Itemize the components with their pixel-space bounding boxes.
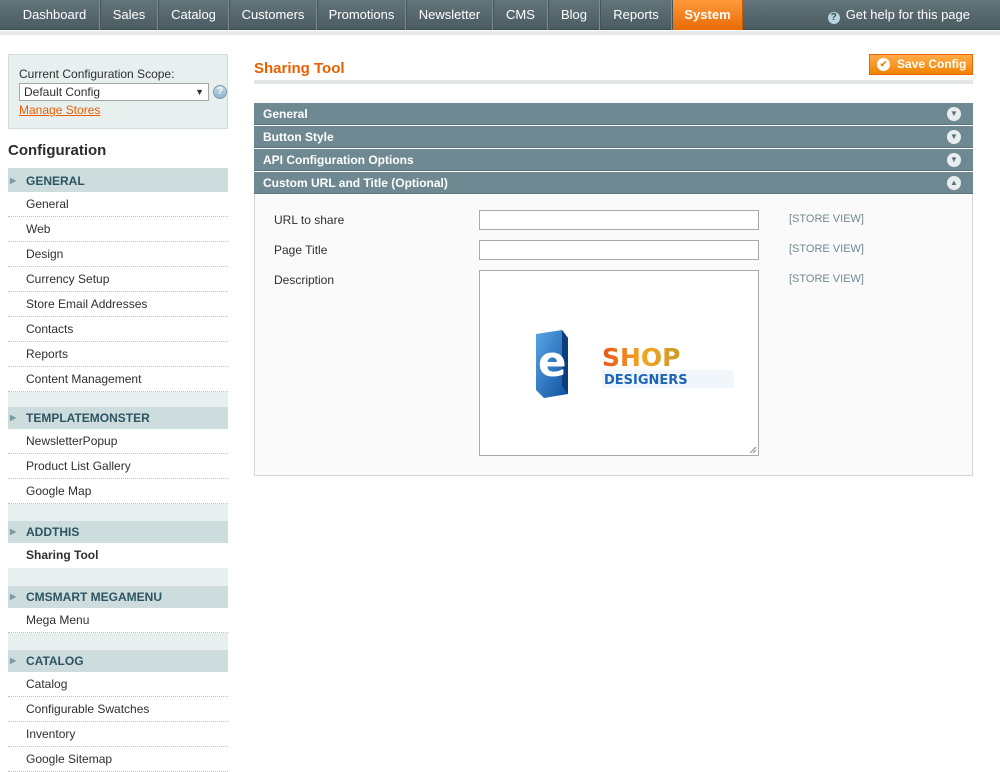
sidebar-item-design[interactable]: Design [8, 242, 228, 267]
scope-label: Current Configuration Scope: [19, 67, 175, 81]
fieldset-title: API Configuration Options [263, 153, 414, 167]
fieldset-header-api-configuration[interactable]: API Configuration Options ▼ [254, 149, 973, 171]
nav-cms[interactable]: CMS [494, 0, 548, 30]
nav-system[interactable]: System [673, 0, 743, 30]
chevron-up-icon: ▲ [947, 176, 961, 190]
chevron-down-icon: ▼ [947, 107, 961, 121]
triangle-right-icon: ▶ [10, 527, 17, 536]
sidebar-item-contacts[interactable]: Contacts [8, 317, 228, 342]
fieldset-title: Button Style [263, 130, 334, 144]
sidebar-item-inventory[interactable]: Inventory [8, 722, 228, 747]
sidebar-item-currency-setup[interactable]: Currency Setup [8, 267, 228, 292]
sidebar-section-cmsmart-megamenu: ▶ CMSMART MEGAMENU [8, 586, 228, 608]
logo-shop-text: SHOP [602, 343, 681, 372]
sidebar-spacer [8, 568, 228, 586]
sidebar-item-newsletterpopup[interactable]: NewsletterPopup [8, 429, 228, 454]
help-circle-icon: ? [827, 12, 840, 24]
chevron-down-icon: ▼ [947, 153, 961, 167]
sidebar-section-templatemonster: ▶ TEMPLATEMONSTER [8, 407, 228, 429]
nav-catalog[interactable]: Catalog [159, 0, 229, 30]
fieldset-header-custom-url[interactable]: Custom URL and Title (Optional) ▲ [254, 172, 973, 194]
page-title: Sharing Tool [254, 60, 345, 77]
caret-down-icon: ▼ [195, 87, 204, 97]
sidebar-item-configurable-swatches[interactable]: Configurable Swatches [8, 697, 228, 722]
scope-switcher: Current Configuration Scope: Default Con… [8, 54, 228, 129]
divider [254, 80, 973, 84]
help-link-label: Get help for this page [845, 7, 970, 22]
sidebar-item-google-map[interactable]: Google Map [8, 479, 228, 504]
logo-letter: e [538, 337, 567, 386]
logo-designers-text: DESIGNERS [604, 373, 688, 388]
scope-tag: [STORE VIEW] [789, 213, 864, 225]
sidebar-section-addthis: ▶ ADDTHIS [8, 521, 228, 543]
nav-blog[interactable]: Blog [549, 0, 600, 30]
description-label: Description [274, 273, 335, 287]
chevron-down-icon: ▼ [947, 130, 961, 144]
save-config-button[interactable]: ✔ Save Config [869, 54, 973, 75]
scope-select[interactable]: Default Config ▼ [19, 83, 209, 101]
page-title-input[interactable] [479, 240, 759, 260]
triangle-right-icon: ▶ [10, 176, 17, 185]
nav-dashboard[interactable]: Dashboard [10, 0, 100, 30]
sidebar-item-catalog[interactable]: Catalog [8, 672, 228, 697]
url-to-share-input[interactable] [479, 210, 759, 230]
nav-sales[interactable]: Sales [101, 0, 158, 30]
sidebar-spacer [8, 504, 228, 521]
nav-customers[interactable]: Customers [230, 0, 317, 30]
sidebar-item-general[interactable]: General [8, 192, 228, 217]
sidebar-item-reports[interactable]: Reports [8, 342, 228, 367]
sidebar-item-mega-menu[interactable]: Mega Menu [8, 608, 228, 633]
eshop-designers-logo: e SHOP DESIGNERS [536, 330, 734, 398]
scope-tag: [STORE VIEW] [789, 243, 864, 255]
sidebar-section-label: TEMPLATEMONSTER [26, 411, 150, 425]
nav-reports[interactable]: Reports [601, 0, 672, 30]
page-title-label: Page Title [274, 243, 328, 257]
help-circle-icon[interactable]: ? [213, 85, 227, 99]
fieldset-header-button-style[interactable]: Button Style ▼ [254, 126, 973, 148]
sidebar-section-label: CMSMART MEGAMENU [26, 590, 162, 604]
triangle-right-icon: ▶ [10, 413, 17, 422]
save-config-label: Save Config [897, 57, 967, 71]
config-sidebar: ▶ GENERAL General Web Design Currency Set… [8, 170, 228, 772]
sidebar-item-content-management[interactable]: Content Management [8, 367, 228, 392]
scope-select-value: Default Config [24, 85, 101, 99]
sidebar-item-store-email-addresses[interactable]: Store Email Addresses [8, 292, 228, 317]
sidebar-section-label: GENERAL [26, 174, 85, 188]
triangle-right-icon: ▶ [10, 592, 17, 601]
fieldset-header-general[interactable]: General ▼ [254, 103, 973, 125]
sidebar-item-product-list-gallery[interactable]: Product List Gallery [8, 454, 228, 479]
sidebar-spacer [8, 633, 228, 650]
nav-newsletter[interactable]: Newsletter [407, 0, 493, 30]
sidebar-spacer [8, 392, 228, 407]
sidebar-section-general: ▶ GENERAL [8, 170, 228, 192]
fieldset-title: General [263, 107, 308, 121]
sidebar-section-label: ADDTHIS [26, 525, 80, 539]
fieldset-title: Custom URL and Title (Optional) [263, 176, 448, 190]
manage-stores-link[interactable]: Manage Stores [19, 103, 100, 117]
sidebar-title: Configuration [8, 142, 107, 159]
scope-tag: [STORE VIEW] [789, 273, 864, 285]
sidebar-section-catalog: ▶ CATALOG [8, 650, 228, 672]
url-to-share-label: URL to share [274, 213, 345, 227]
sidebar-item-sharing-tool[interactable]: Sharing Tool [8, 543, 228, 568]
main-navigation: Dashboard Sales Catalog Customers Promot… [0, 0, 1000, 30]
help-link[interactable]: ? Get help for this page [827, 0, 970, 30]
triangle-right-icon: ▶ [10, 656, 17, 665]
nav-subbar [0, 31, 1000, 35]
sidebar-section-label: CATALOG [26, 654, 84, 668]
checkmark-icon: ✔ [877, 58, 890, 71]
resize-grip-icon[interactable] [749, 446, 757, 454]
nav-promotions[interactable]: Promotions [318, 0, 406, 30]
sidebar-item-web[interactable]: Web [8, 217, 228, 242]
